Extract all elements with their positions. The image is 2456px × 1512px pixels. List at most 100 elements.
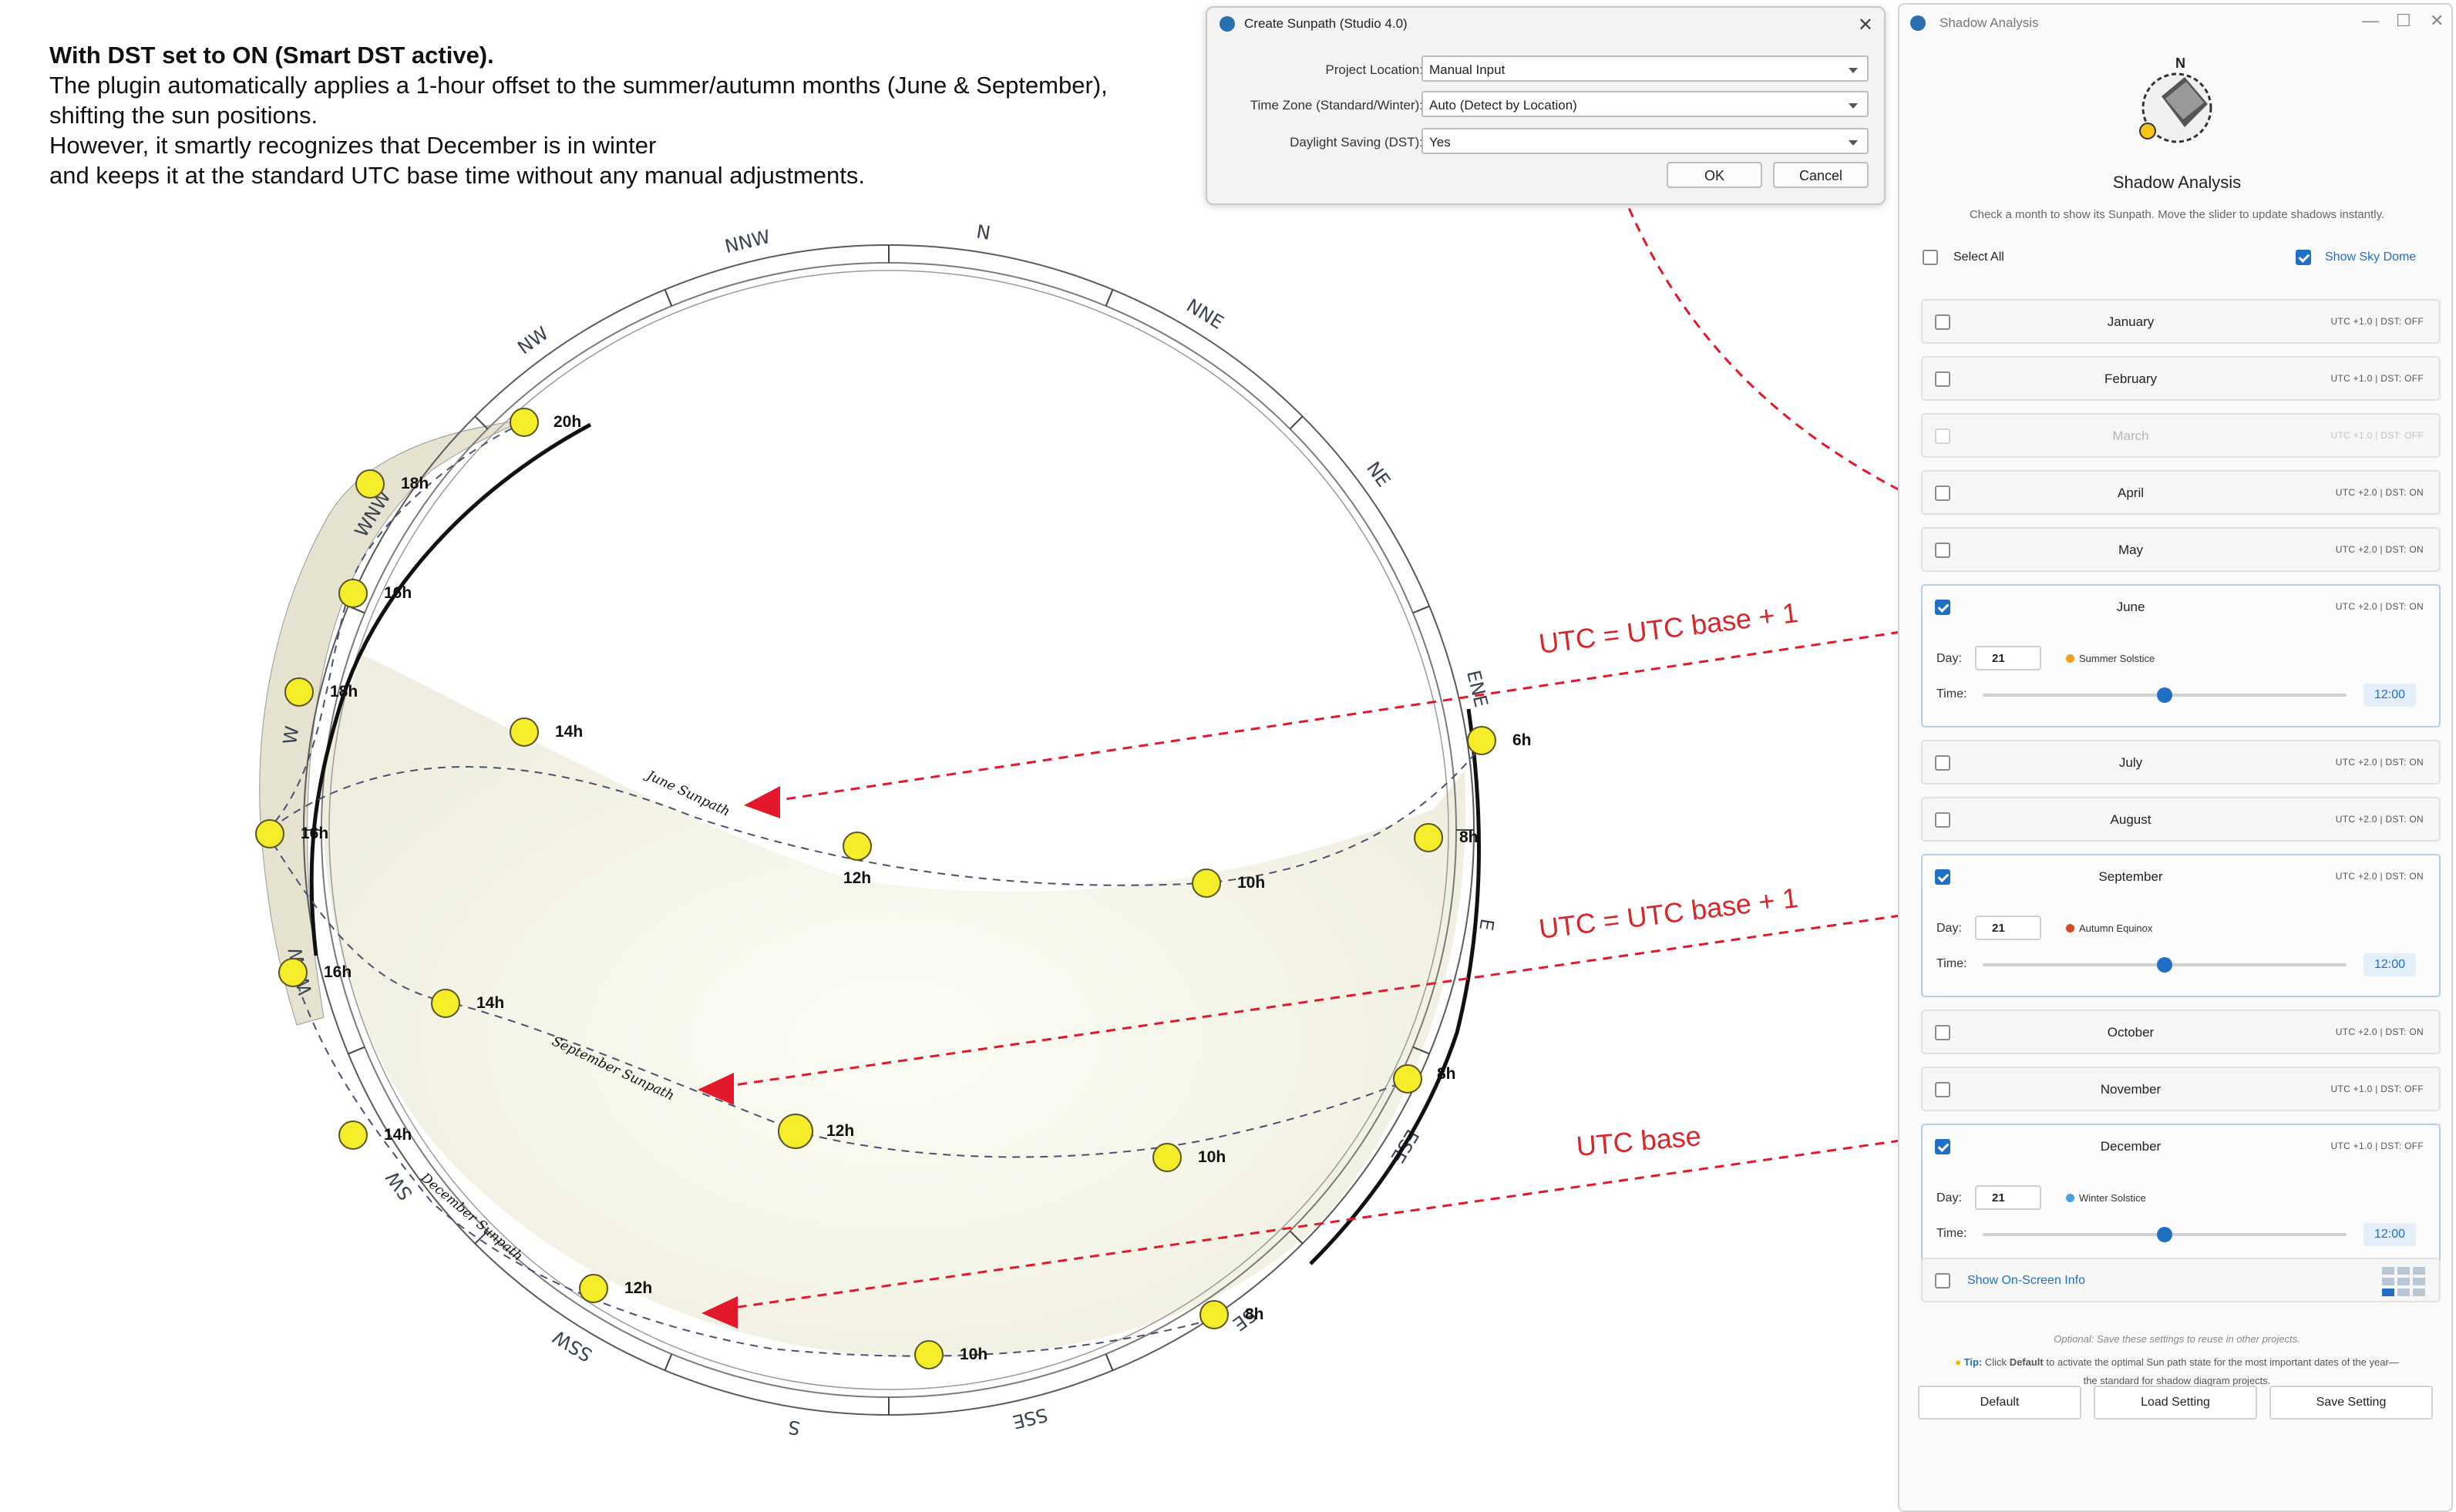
compass-tick: [664, 1353, 673, 1371]
sun-marker: [355, 469, 385, 499]
tip-text-c: the standard for shadow diagram projects…: [2083, 1375, 2271, 1386]
compass-tick: [664, 289, 673, 307]
hour-label: 10h: [960, 1346, 987, 1363]
dst-value: Yes: [1429, 135, 1451, 150]
close-icon[interactable]: ✕: [1858, 14, 1873, 36]
dialog-title: Create Sunpath (Studio 4.0): [1244, 16, 1408, 31]
compass-tick: [1105, 289, 1114, 307]
time-value[interactable]: 12:00: [2363, 1223, 2416, 1246]
dst-row: Daylight Saving (DST): Yes: [1207, 128, 1884, 157]
day-input[interactable]: 21: [1975, 646, 2041, 670]
app-icon: [1220, 16, 1235, 32]
utc-dst-tag: UTC +1.0 | DST: OFF: [2330, 1084, 2424, 1094]
hour-label: 14h: [476, 994, 504, 1012]
sun-marker: [255, 819, 284, 848]
time-value[interactable]: 12:00: [2363, 684, 2416, 707]
compass-tick: [1412, 605, 1430, 614]
month-name: June: [2116, 600, 2145, 614]
dialog-titlebar: Create Sunpath (Studio 4.0): [1207, 8, 1884, 40]
panel-subtitle: Check a month to show its Sunpath. Move …: [1969, 208, 2385, 221]
month-row-july: July UTC +2.0 | DST: ON: [1921, 740, 2441, 785]
utc-dst-tag: UTC +2.0 | DST: ON: [2335, 487, 2424, 498]
sun-marker: [338, 579, 368, 608]
hour-label: 20h: [553, 413, 581, 431]
month-name: April: [2117, 486, 2144, 500]
hour-label: 14h: [384, 1126, 412, 1144]
time-slider-handle[interactable]: [2157, 687, 2172, 703]
day-input[interactable]: 21: [1975, 1185, 2041, 1210]
sun-marker: [284, 677, 314, 707]
month-row-april: April UTC +2.0 | DST: ON: [1921, 470, 2441, 515]
project-location-value: Manual Input: [1429, 62, 1506, 77]
event-text: Summer Solstice: [2079, 653, 2155, 664]
save-setting-button[interactable]: Save Setting: [2269, 1386, 2433, 1420]
load-setting-button[interactable]: Load Setting: [2094, 1386, 2257, 1420]
event-label: Autumn Equinox: [2066, 922, 2152, 934]
tip-block: ● Tip: Click Default to activate the opt…: [1899, 1353, 2454, 1390]
month-name: January: [2107, 314, 2155, 329]
shadow-analysis-panel: Shadow Analysis — ☐ ✕ N Shadow Analysis …: [1898, 3, 2453, 1512]
event-label: Summer Solstice: [2066, 653, 2155, 664]
show-onscreen-info-checkbox[interactable]: [1935, 1273, 1950, 1289]
season-icon: [2066, 1194, 2074, 1202]
day-label: Day:: [1936, 922, 1962, 935]
minimize-icon[interactable]: —: [2362, 11, 2379, 31]
time-zone-row: Time Zone (Standard/Winter): Auto (Detec…: [1207, 91, 1884, 120]
hour-label: 12h: [843, 869, 871, 887]
time-slider-handle[interactable]: [2157, 957, 2172, 973]
hour-label: 18h: [401, 475, 429, 492]
tip-text-a: Click: [1984, 1356, 2007, 1368]
sun-marker: [1393, 1064, 1422, 1094]
sun-marker: [1152, 1143, 1182, 1172]
select-all-checkbox[interactable]: [1923, 250, 1938, 265]
maximize-icon[interactable]: ☐: [2396, 11, 2411, 31]
event-text: Winter Solstice: [2079, 1192, 2146, 1204]
show-onscreen-info-label: Show On-Screen Info: [1967, 1274, 2085, 1287]
close-icon[interactable]: ✕: [2430, 11, 2444, 31]
hour-label: 6h: [1512, 731, 1532, 749]
sun-marker: [1467, 726, 1496, 755]
time-label: Time:: [1936, 687, 1967, 701]
month-row-december: December UTC +1.0 | DST: OFF Day: 21 Winter …: [1921, 1124, 2441, 1267]
month-row-august: August UTC +2.0 | DST: ON: [1921, 797, 2441, 842]
day-input[interactable]: 21: [1975, 916, 2041, 940]
compass-label-w: W: [279, 724, 303, 746]
grid-layout-icon: [2382, 1267, 2425, 1296]
month-name: March: [2112, 428, 2149, 443]
tip-default: Default: [2009, 1356, 2044, 1368]
compass-label-sw: SW: [382, 1167, 417, 1204]
panel-heading: Shadow Analysis: [2112, 173, 2242, 192]
project-location-select[interactable]: Manual Input: [1421, 55, 1869, 82]
ok-button[interactable]: OK: [1667, 162, 1762, 188]
hour-label: 8h: [1437, 1065, 1456, 1083]
sun-marker: [778, 1114, 813, 1149]
dst-select[interactable]: Yes: [1421, 128, 1869, 154]
compass-label-ne: NE: [1362, 458, 1395, 491]
hour-label: 12h: [624, 1279, 652, 1297]
month-row-march: March UTC +1.0 | DST: OFF: [1921, 413, 2441, 458]
compass-label-ene: ENE: [1462, 668, 1492, 709]
month-name: February: [2104, 371, 2158, 386]
utc-dst-tag: UTC +2.0 | DST: ON: [2335, 814, 2424, 825]
utc-dst-tag: UTC +2.0 | DST: ON: [2335, 871, 2424, 882]
time-value[interactable]: 12:00: [2363, 953, 2416, 976]
month-row-february: February UTC +1.0 | DST: OFF: [1921, 356, 2441, 401]
time-zone-select[interactable]: Auto (Detect by Location): [1421, 91, 1869, 117]
compass-tick: [348, 1046, 365, 1055]
compass-label-e: E: [1475, 917, 1498, 932]
time-slider-handle[interactable]: [2157, 1227, 2172, 1242]
compass-label-n: N: [975, 220, 992, 244]
sun-marker: [278, 958, 308, 987]
default-button[interactable]: Default: [1918, 1386, 2081, 1420]
month-row-january: January UTC +1.0 | DST: OFF: [1921, 299, 2441, 344]
hour-label: 18h: [330, 683, 358, 701]
cancel-button[interactable]: Cancel: [1773, 162, 1869, 188]
time-label: Time:: [1936, 1227, 1967, 1240]
hour-label: 10h: [1237, 874, 1265, 892]
project-location-row: Project Location: Manual Input: [1207, 55, 1884, 85]
day-label: Day:: [1936, 1191, 1962, 1205]
month-name: May: [2118, 543, 2144, 557]
show-sky-dome-checkbox[interactable]: [2296, 250, 2311, 265]
tip-label: Tip:: [1963, 1356, 1983, 1368]
hour-label: 8h: [1245, 1305, 1264, 1323]
